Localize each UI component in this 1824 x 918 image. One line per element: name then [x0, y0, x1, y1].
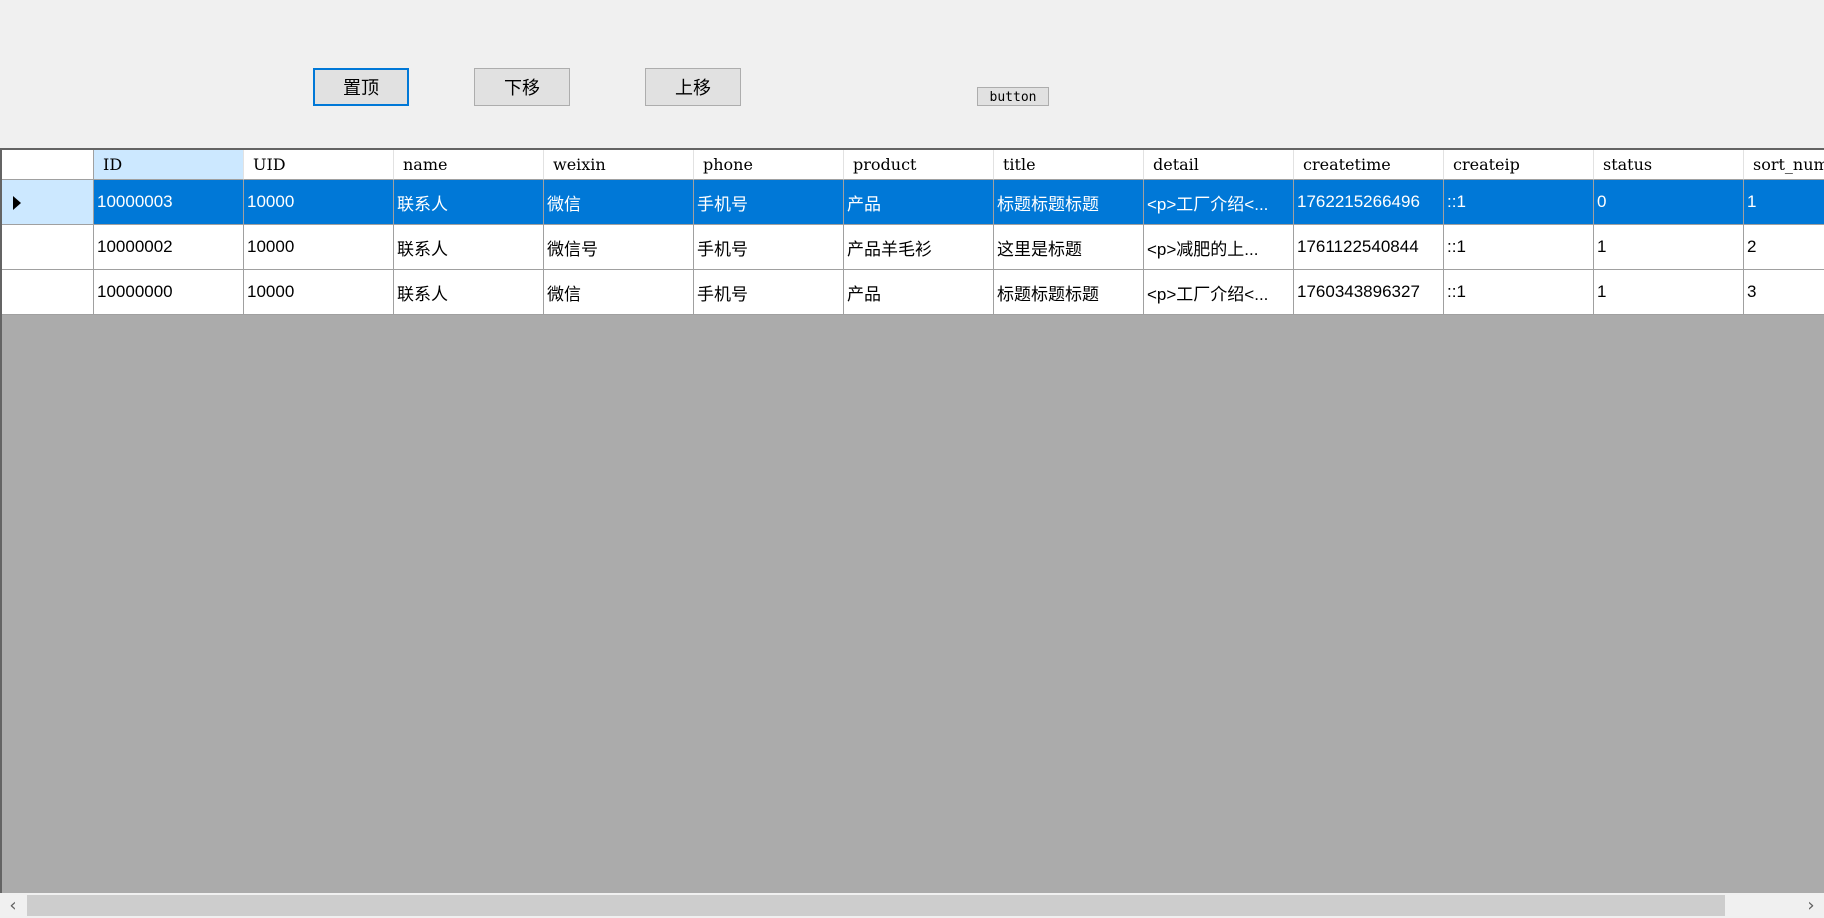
- cell-uid[interactable]: 10000: [244, 225, 394, 270]
- cell-phone[interactable]: 手机号: [694, 180, 844, 225]
- cell-product[interactable]: 产品: [844, 180, 994, 225]
- column-header-uid[interactable]: UID: [244, 150, 394, 180]
- cell-product[interactable]: 产品羊毛衫: [844, 225, 994, 270]
- column-header-status[interactable]: status: [1594, 150, 1744, 180]
- cell-status[interactable]: 1: [1594, 270, 1744, 315]
- cell-name[interactable]: 联系人: [394, 225, 544, 270]
- cell-weixin[interactable]: 微信: [544, 270, 694, 315]
- row-header-cell[interactable]: [2, 270, 94, 315]
- app-window: 置顶 下移 上移 button ID UID name weixin phone prod…: [0, 0, 1824, 918]
- cell-weixin[interactable]: 微信号: [544, 225, 694, 270]
- cell-weixin[interactable]: 微信: [544, 180, 694, 225]
- cell-name[interactable]: 联系人: [394, 180, 544, 225]
- column-header-createtime[interactable]: createtime: [1294, 150, 1444, 180]
- cell-uid[interactable]: 10000: [244, 180, 394, 225]
- row-header-cell[interactable]: [2, 225, 94, 270]
- cell-createip[interactable]: ::1: [1444, 225, 1594, 270]
- column-header-id[interactable]: ID: [94, 150, 244, 180]
- extra-button[interactable]: button: [977, 87, 1049, 106]
- cell-id[interactable]: 10000003: [94, 180, 244, 225]
- cell-name[interactable]: 联系人: [394, 270, 544, 315]
- cell-id[interactable]: 10000000: [94, 270, 244, 315]
- cell-detail[interactable]: <p>工厂介绍<...: [1144, 180, 1294, 225]
- cell-product[interactable]: 产品: [844, 270, 994, 315]
- cell-uid[interactable]: 10000: [244, 270, 394, 315]
- column-header-name[interactable]: name: [394, 150, 544, 180]
- scroll-left-icon[interactable]: ‹: [0, 893, 26, 918]
- scroll-thumb[interactable]: [27, 895, 1725, 916]
- table-row[interactable]: 10000002 10000 联系人 微信号 手机号 产品羊毛衫 这里是标题 <p>减肥的上.…: [2, 225, 1824, 270]
- column-header-sort-num[interactable]: sort_num: [1744, 150, 1824, 180]
- column-header-phone[interactable]: phone: [694, 150, 844, 180]
- cell-title[interactable]: 标题标题标题: [994, 270, 1144, 315]
- top-left-header-cell[interactable]: [2, 150, 94, 180]
- cell-phone[interactable]: 手机号: [694, 270, 844, 315]
- cell-createtime[interactable]: 1762215266496: [1294, 180, 1444, 225]
- column-header-weixin[interactable]: weixin: [544, 150, 694, 180]
- current-row-arrow-icon: [13, 196, 21, 210]
- cell-title[interactable]: 标题标题标题: [994, 180, 1144, 225]
- column-header-title[interactable]: title: [994, 150, 1144, 180]
- cell-id[interactable]: 10000002: [94, 225, 244, 270]
- cell-createip[interactable]: ::1: [1444, 180, 1594, 225]
- move-up-button[interactable]: 上移: [645, 68, 741, 106]
- data-grid[interactable]: ID UID name weixin phone product title detail cr…: [0, 148, 1824, 918]
- cell-status[interactable]: 1: [1594, 225, 1744, 270]
- column-header-product[interactable]: product: [844, 150, 994, 180]
- column-header-createip[interactable]: createip: [1444, 150, 1594, 180]
- cell-detail[interactable]: <p>减肥的上...: [1144, 225, 1294, 270]
- table-row[interactable]: 10000003 10000 联系人 微信 手机号 产品 标题标题标题 <p>工厂介绍<...…: [2, 180, 1824, 225]
- cell-sort-num[interactable]: 3: [1744, 270, 1824, 315]
- table-row[interactable]: 10000000 10000 联系人 微信 手机号 产品 标题标题标题 <p>工厂介绍<...…: [2, 270, 1824, 315]
- horizontal-scrollbar[interactable]: ‹ ›: [0, 893, 1824, 918]
- cell-createtime[interactable]: 1761122540844: [1294, 225, 1444, 270]
- column-header-detail[interactable]: detail: [1144, 150, 1294, 180]
- cell-detail[interactable]: <p>工厂介绍<...: [1144, 270, 1294, 315]
- scroll-right-icon[interactable]: ›: [1798, 893, 1824, 918]
- row-header-cell[interactable]: [2, 180, 94, 225]
- cell-sort-num[interactable]: 1: [1744, 180, 1824, 225]
- pin-top-button[interactable]: 置顶: [313, 68, 409, 106]
- cell-createtime[interactable]: 1760343896327: [1294, 270, 1444, 315]
- cell-status[interactable]: 0: [1594, 180, 1744, 225]
- cell-title[interactable]: 这里是标题: [994, 225, 1144, 270]
- move-down-button[interactable]: 下移: [474, 68, 570, 106]
- column-header-row: ID UID name weixin phone product title detail cr…: [2, 150, 1824, 180]
- cell-sort-num[interactable]: 2: [1744, 225, 1824, 270]
- cell-createip[interactable]: ::1: [1444, 270, 1594, 315]
- cell-phone[interactable]: 手机号: [694, 225, 844, 270]
